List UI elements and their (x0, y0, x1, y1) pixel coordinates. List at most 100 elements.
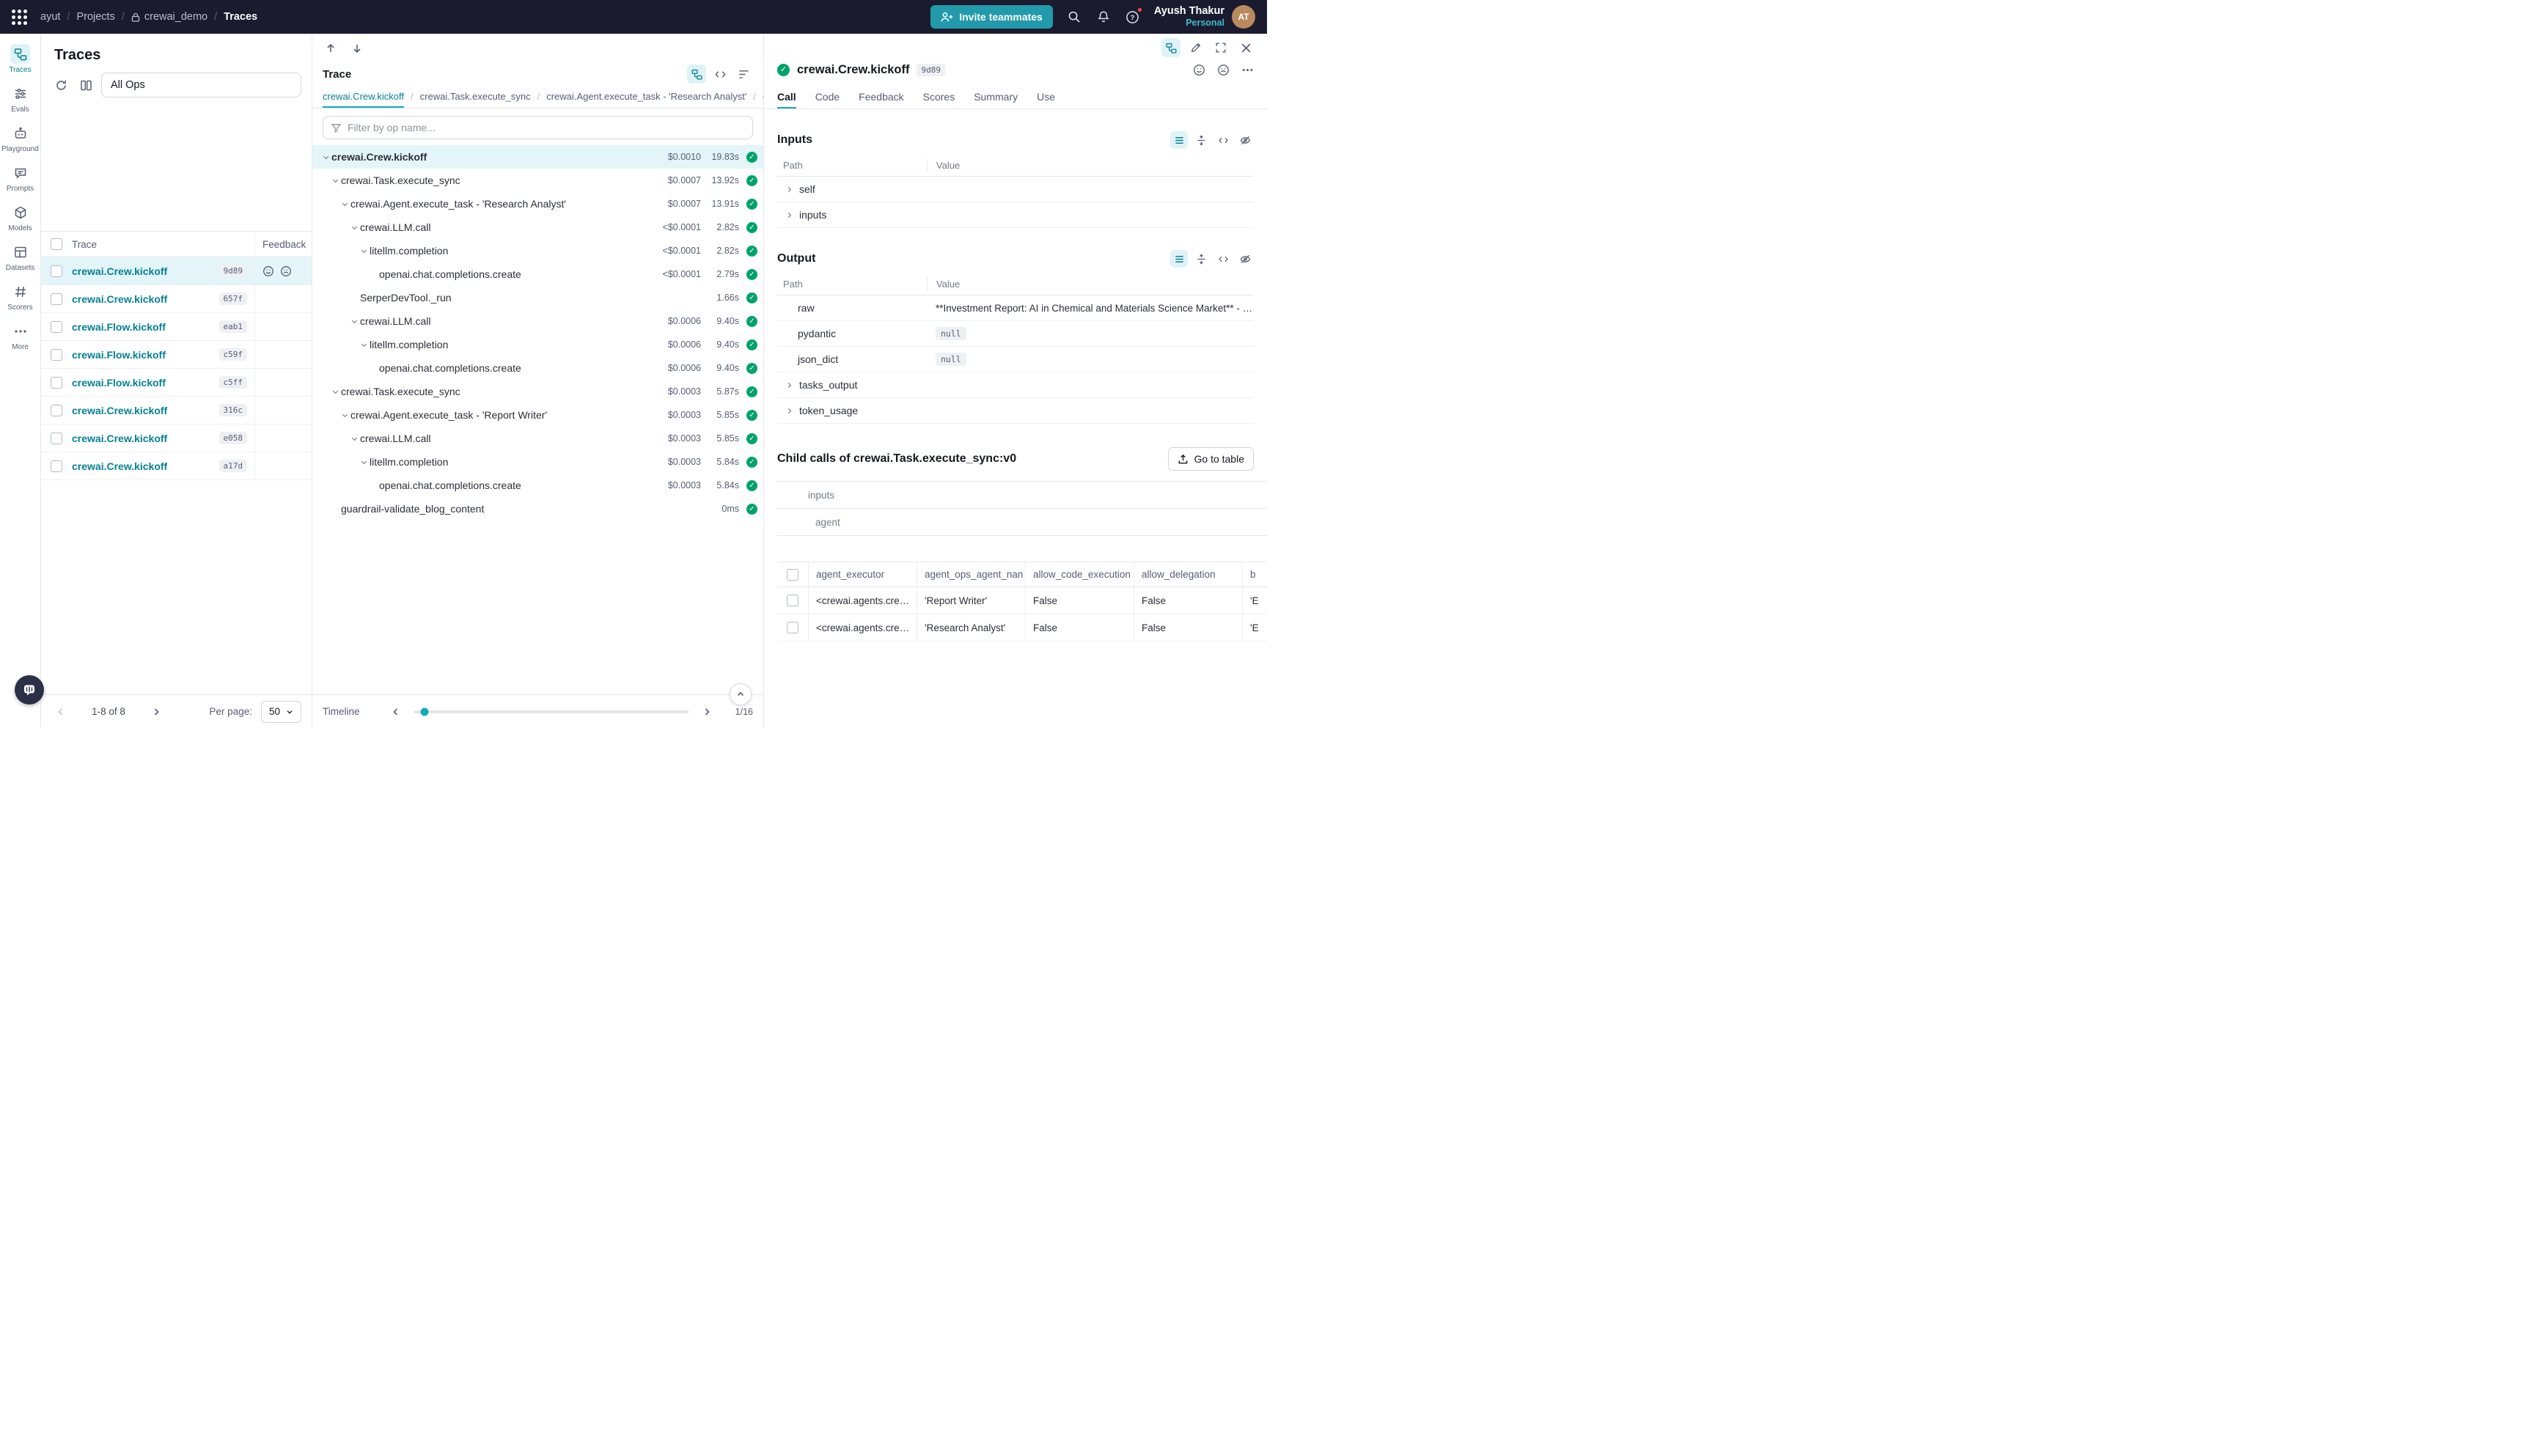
chevron-right-icon[interactable] (783, 185, 795, 194)
row-checkbox[interactable] (51, 265, 62, 277)
code-view-icon[interactable] (1214, 131, 1232, 149)
feedback-thumbs-down-icon[interactable] (280, 265, 292, 277)
trace-tree-row[interactable]: litellm.completion $0.0006 9.40s ✓ (312, 333, 763, 356)
output-row-token-usage[interactable]: token_usage (777, 398, 1254, 424)
trace-name-link[interactable]: crewai.Crew.kickoff (72, 460, 219, 472)
trace-name-link[interactable]: crewai.Crew.kickoff (72, 265, 219, 277)
stack-tab[interactable]: crewai.Crew.kickoff (323, 85, 404, 108)
trace-name-link[interactable]: crewai.Flow.kickoff (72, 321, 219, 333)
next-page-icon[interactable] (147, 702, 166, 721)
column-header[interactable]: agent_ops_agent_nan (917, 562, 1025, 587)
row-checkbox[interactable] (51, 405, 62, 416)
column-header-trace[interactable]: Trace (72, 239, 254, 250)
timeline-next-icon[interactable] (697, 702, 716, 721)
op-filter-input[interactable] (348, 122, 745, 133)
tree-toggle-icon[interactable] (1161, 38, 1180, 57)
prev-page-icon[interactable] (51, 702, 70, 721)
tab-scores[interactable]: Scores (923, 84, 955, 109)
chevron-down-icon[interactable] (358, 458, 370, 466)
table-row[interactable]: crewai.Crew.kickoff657f (41, 285, 312, 313)
timeline-slider-handle[interactable] (421, 707, 429, 716)
expand-rows-icon[interactable] (1192, 131, 1210, 149)
sidebar-item-traces[interactable]: Traces (1, 40, 40, 79)
refresh-icon[interactable] (51, 76, 70, 95)
trace-name-link[interactable]: crewai.Crew.kickoff (72, 405, 219, 416)
output-row-raw[interactable]: raw **Investment Report: AI in Chemical … (777, 295, 1254, 321)
breadcrumb-page[interactable]: Traces (224, 11, 257, 23)
chevron-down-icon[interactable] (348, 317, 360, 326)
row-checkbox[interactable] (51, 321, 62, 333)
tab-use[interactable]: Use (1037, 84, 1055, 109)
trace-tree-row[interactable]: crewai.Task.execute_sync $0.0003 5.87s ✓ (312, 380, 763, 403)
chevron-down-icon[interactable] (329, 388, 341, 396)
table-row[interactable]: <crewai.agents.cre… 'Report Writer' Fals… (777, 587, 1267, 614)
expand-rows-icon[interactable] (1192, 250, 1210, 268)
row-checkbox[interactable] (51, 377, 62, 389)
chevron-down-icon[interactable] (339, 200, 350, 208)
tab-summary[interactable]: Summary (974, 84, 1018, 109)
search-icon[interactable] (1066, 9, 1082, 25)
table-row[interactable]: crewai.Crew.kickoffa17d (41, 452, 312, 480)
input-row-self[interactable]: self (777, 177, 1254, 202)
trace-tree-row[interactable]: crewai.Agent.execute_task - 'Report Writ… (312, 403, 763, 427)
row-checkbox[interactable] (787, 595, 798, 606)
collapse-timeline-button[interactable] (730, 683, 752, 705)
user-menu[interactable]: Ayush Thakur Personal AT (1154, 4, 1255, 29)
trace-tree-row[interactable]: crewai.Agent.execute_task - 'Research An… (312, 192, 763, 216)
trace-name-link[interactable]: crewai.Flow.kickoff (72, 349, 219, 361)
tab-call[interactable]: Call (777, 84, 796, 109)
breadcrumb-team[interactable]: ayut (40, 11, 60, 23)
code-view-icon[interactable] (710, 65, 730, 84)
sidebar-item-datasets[interactable]: Datasets (1, 238, 40, 277)
timeline-slider[interactable] (414, 710, 688, 713)
trace-tree-row[interactable]: crewai.Task.execute_sync $0.0007 13.92s … (312, 169, 763, 192)
trace-name-link[interactable]: crewai.Crew.kickoff (72, 293, 219, 305)
trace-name-link[interactable]: crewai.Crew.kickoff (72, 433, 219, 444)
column-header[interactable]: b (1242, 562, 1267, 587)
tab-code[interactable]: Code (815, 84, 840, 109)
trace-tree-row[interactable]: litellm.completion <$0.0001 2.82s ✓ (312, 239, 763, 262)
output-row-json-dict[interactable]: json_dict null (777, 347, 1254, 372)
edit-pencil-icon[interactable] (1186, 38, 1205, 57)
chevron-down-icon[interactable] (348, 224, 360, 232)
sidebar-item-more[interactable]: More (1, 317, 40, 356)
chevron-down-icon[interactable] (358, 341, 370, 349)
timeline-prev-icon[interactable] (386, 702, 405, 721)
column-header[interactable]: allow_delegation (1134, 562, 1242, 587)
go-to-table-button[interactable]: Go to table (1168, 447, 1255, 471)
trace-tree-row[interactable]: openai.chat.completions.create $0.0006 9… (312, 356, 763, 380)
trace-tree-row[interactable]: crewai.LLM.call $0.0003 5.85s ✓ (312, 427, 763, 450)
chevron-down-icon[interactable] (358, 247, 370, 255)
invite-teammates-button[interactable]: Invite teammates (930, 5, 1053, 29)
per-page-select[interactable]: 50 (261, 701, 301, 723)
chevron-down-icon[interactable] (339, 411, 350, 419)
select-all-checkbox[interactable] (51, 238, 62, 250)
next-call-arrow-down-icon[interactable] (348, 39, 367, 58)
fullscreen-icon[interactable] (1211, 38, 1230, 57)
table-row[interactable]: crewai.Crew.kickoff9d89 (41, 257, 312, 285)
row-checkbox[interactable] (51, 460, 62, 472)
row-checkbox[interactable] (787, 622, 798, 633)
chevron-right-icon[interactable] (783, 407, 795, 415)
trace-tree-row[interactable]: crewai.Crew.kickoff $0.0010 19.83s ✓ (312, 145, 763, 169)
table-row[interactable]: crewai.Flow.kickoffc59f (41, 341, 312, 369)
close-icon[interactable] (1236, 38, 1255, 57)
tab-feedback[interactable]: Feedback (859, 84, 903, 109)
sidebar-item-models[interactable]: Models (1, 198, 40, 238)
trace-tree-row[interactable]: openai.chat.completions.create $0.0003 5… (312, 474, 763, 497)
support-chat-button[interactable] (15, 675, 44, 705)
sidebar-item-playground[interactable]: Playground (1, 119, 40, 158)
column-settings-icon[interactable] (76, 76, 95, 95)
output-row-pydantic[interactable]: pydantic null (777, 321, 1254, 347)
stack-tab[interactable]: crewai.Agent.execute_task - 'Research An… (546, 85, 746, 108)
avatar[interactable]: AT (1232, 5, 1255, 29)
prev-call-arrow-up-icon[interactable] (321, 39, 340, 58)
wandb-logo[interactable] (12, 10, 27, 25)
code-view-icon[interactable] (1214, 250, 1232, 268)
row-checkbox[interactable] (51, 293, 62, 305)
stack-tab[interactable]: crewai.Task.execute_sync (420, 85, 531, 108)
notifications-bell-icon[interactable] (1095, 9, 1112, 25)
add-feedback-frowny-icon[interactable] (1217, 64, 1230, 76)
sidebar-item-scorers[interactable]: Scorers (1, 277, 40, 317)
hide-eye-off-icon[interactable] (1236, 250, 1254, 268)
